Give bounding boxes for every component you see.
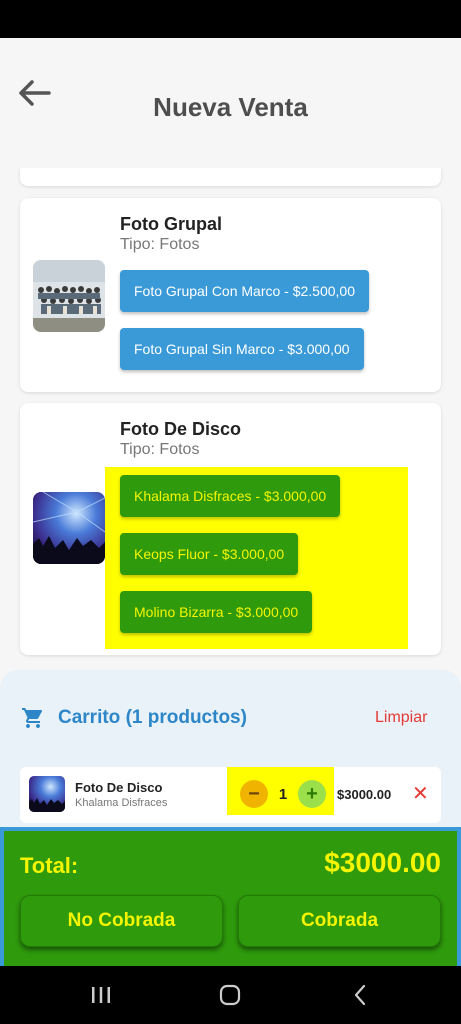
cart-item: Foto De Disco Khalama Disfraces − 1 + $3… [20, 767, 441, 823]
total-label: Total: [20, 853, 79, 878]
increase-quantity-button[interactable]: + [298, 780, 326, 808]
recent-apps-button[interactable] [86, 980, 116, 1010]
quantity-value: 1 [278, 786, 288, 803]
product-card-foto-de-disco: Foto De Disco Tipo: Fotos Khalama Disfra… [20, 403, 441, 655]
product-list[interactable]: Foto Grupal Tipo: Fotos Foto Grupal Con … [0, 168, 461, 670]
cart-item-image [29, 776, 65, 812]
remove-item-button[interactable]: ✕ [412, 781, 429, 806]
cart-item-name: Foto De Disco [75, 780, 163, 795]
cobrada-button[interactable]: Cobrada [238, 895, 441, 947]
total-panel: Total: $3000.00 No Cobrada Cobrada [0, 827, 461, 966]
plus-icon: + [306, 783, 318, 805]
chevron-left-icon [354, 984, 366, 1006]
app-header: Nueva Venta [0, 38, 461, 168]
home-icon [219, 984, 241, 1006]
quantity-stepper: − 1 + [227, 767, 334, 815]
product-title: Foto Grupal [120, 214, 222, 234]
option-button-sin-marco[interactable]: Foto Grupal Sin Marco - $3.000,00 [120, 328, 364, 370]
option-button-molino-bizarra[interactable]: Molino Bizarra - $3.000,00 [120, 591, 313, 633]
close-icon: ✕ [412, 783, 429, 805]
product-card-foto-grupal: Foto Grupal Tipo: Fotos Foto Grupal Con … [20, 198, 441, 392]
product-image-foto-de-disco [33, 492, 105, 564]
status-bar [0, 0, 461, 38]
shopping-cart-icon [22, 708, 43, 728]
product-type: Tipo: Fotos [120, 441, 200, 458]
product-image-foto-grupal [33, 260, 105, 332]
minus-icon: − [248, 783, 260, 805]
no-cobrada-button[interactable]: No Cobrada [20, 895, 223, 947]
option-button-khalama-disfraces[interactable]: Khalama Disfraces - $3.000,00 [120, 475, 341, 517]
home-button[interactable] [215, 980, 245, 1010]
clear-cart-button[interactable]: Limpiar [375, 709, 427, 727]
cart-item-price: $3000.00 [337, 787, 392, 802]
system-nav-bar [0, 966, 461, 1024]
total-value: $3000.00 [324, 847, 441, 878]
back-nav-button[interactable] [345, 980, 375, 1010]
product-card-partial [20, 168, 441, 186]
product-type: Tipo: Fotos [120, 236, 200, 253]
option-button-keops-fluor[interactable]: Keops Fluor - $3.000,00 [120, 533, 299, 575]
page-title: Nueva Venta [153, 92, 308, 122]
cart-title: Carrito (1 productos) [58, 707, 247, 728]
decrease-quantity-button[interactable]: − [240, 780, 268, 808]
cart-item-variant: Khalama Disfraces [75, 797, 168, 809]
recent-apps-icon [92, 987, 110, 1003]
product-title: Foto De Disco [120, 419, 242, 439]
option-button-con-marco[interactable]: Foto Grupal Con Marco - $2.500,00 [120, 270, 370, 312]
